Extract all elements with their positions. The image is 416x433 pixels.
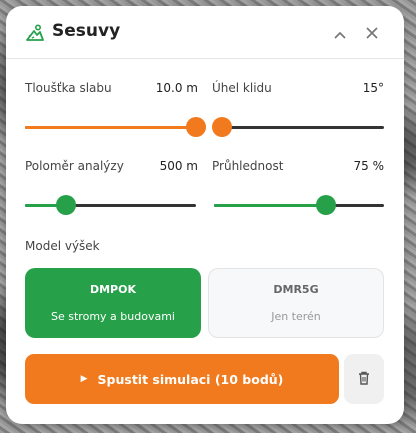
slider-thumb[interactable] <box>186 117 206 137</box>
slider-thumb[interactable] <box>316 195 337 215</box>
landslide-icon <box>25 23 45 43</box>
landslide-panel: Sesuvy Tloušťka slabu 10.0 m Úhel klidu … <box>6 6 404 424</box>
slider-track <box>222 126 384 129</box>
delete-button[interactable] <box>344 354 384 404</box>
model-option-title: DMPOK <box>89 283 136 296</box>
model-option-dmpok[interactable]: DMPOK Se stromy a budovami <box>25 268 201 338</box>
close-button[interactable] <box>361 22 383 44</box>
trash-icon <box>358 370 370 389</box>
slider-thumb[interactable] <box>212 117 232 137</box>
slider-thumb[interactable] <box>56 195 77 215</box>
analysis-radius-value: 500 m <box>159 159 198 173</box>
slider-fill <box>25 126 196 129</box>
analysis-radius-label: Poloměr analýzy <box>25 159 124 173</box>
model-option-subtitle: Se stromy a budovami <box>51 310 175 323</box>
model-option-title: DMR5G <box>273 283 319 296</box>
slab-thickness-slider[interactable] <box>25 117 206 137</box>
collapse-button[interactable] <box>329 22 351 44</box>
slab-thickness-value: 10.0 m <box>155 81 198 95</box>
transparency-value: 75 % <box>353 159 385 173</box>
header-divider <box>6 58 404 59</box>
transparency-label: Průhlednost <box>212 159 284 173</box>
close-icon <box>366 24 378 43</box>
run-simulation-button[interactable]: ▶ Spustit simulaci (10 bodů) <box>25 354 339 404</box>
angle-of-repose-label: Úhel klidu <box>212 81 272 95</box>
slider-fill <box>214 204 327 207</box>
angle-of-repose-value: 15° <box>362 81 384 95</box>
panel-header: Sesuvy <box>6 6 404 58</box>
elevation-model-label: Model výšek <box>25 239 100 253</box>
model-option-subtitle: Jen terén <box>271 310 321 323</box>
run-simulation-label: Spustit simulaci (10 bodů) <box>97 371 284 387</box>
model-option-dmr5g[interactable]: DMR5G Jen terén <box>208 268 384 338</box>
angle-of-repose-slider[interactable] <box>212 117 384 137</box>
panel-title: Sesuvy <box>52 21 121 41</box>
analysis-radius-slider[interactable] <box>25 195 196 215</box>
transparency-slider[interactable] <box>214 195 384 215</box>
chevron-up-icon <box>334 24 346 43</box>
slab-thickness-label: Tloušťka slabu <box>25 81 112 95</box>
play-icon: ▶ <box>80 374 88 384</box>
